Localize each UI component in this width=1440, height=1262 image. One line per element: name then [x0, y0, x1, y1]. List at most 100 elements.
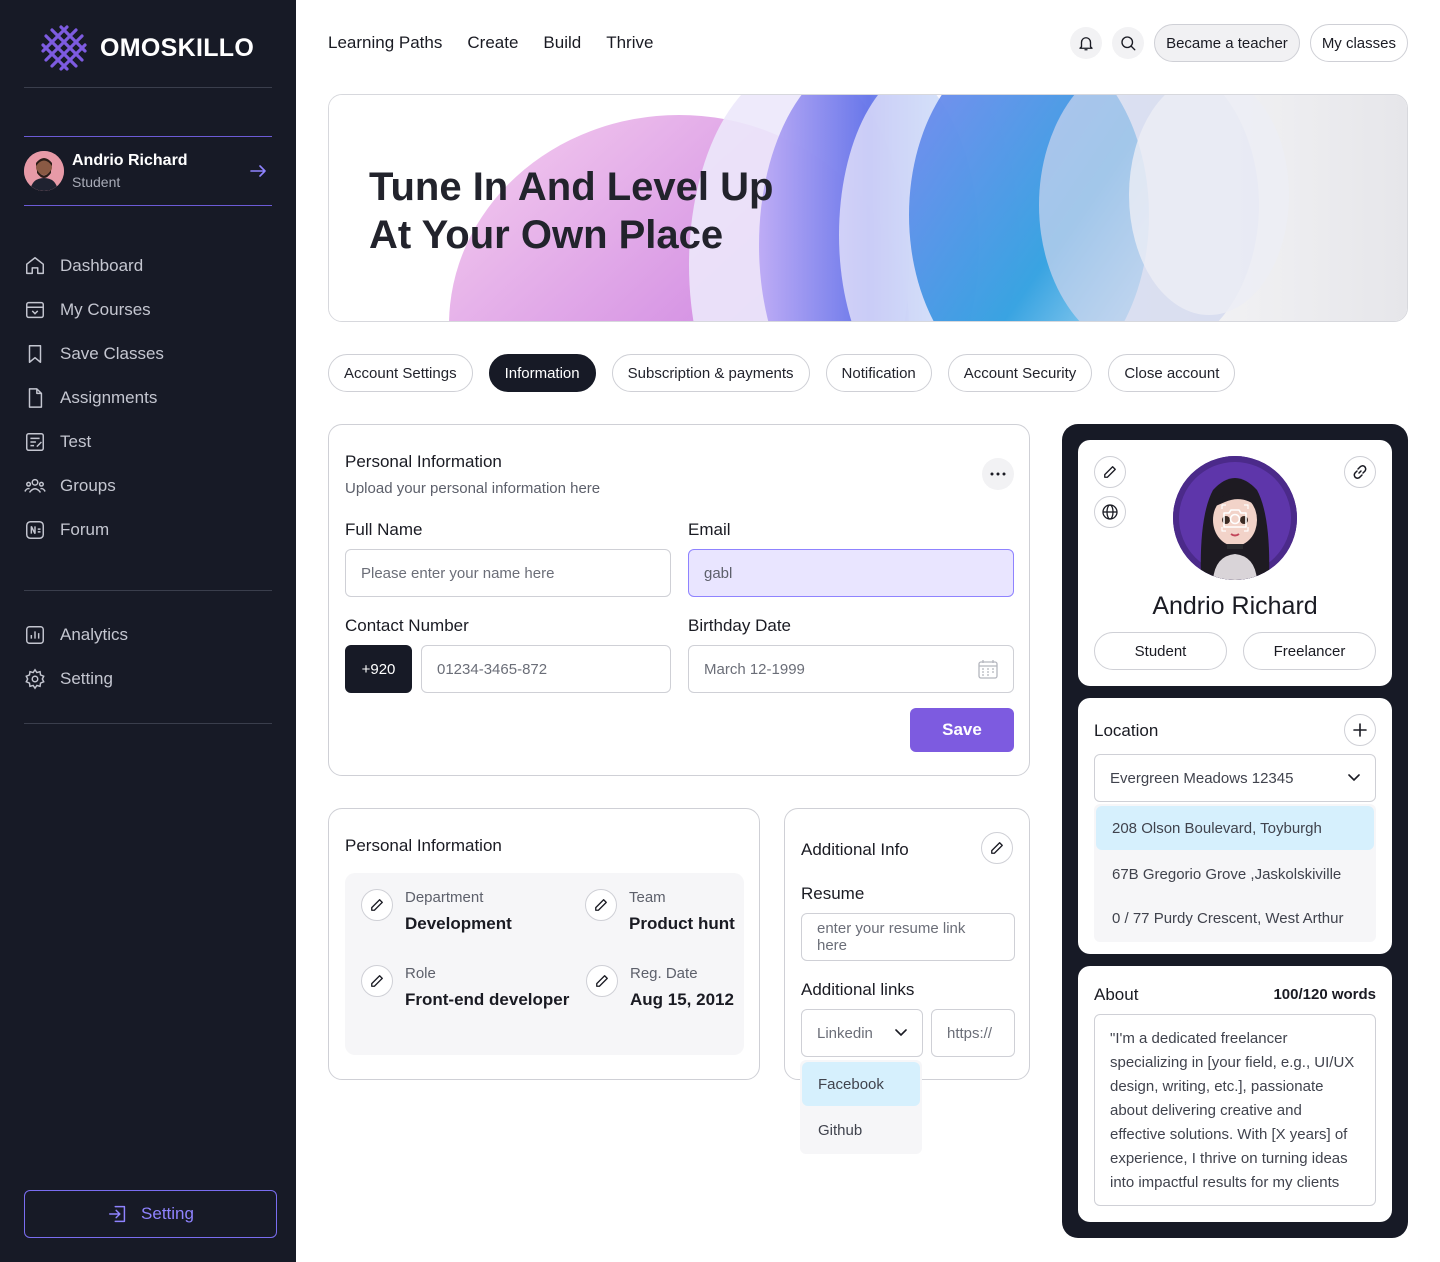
share-link-button[interactable] — [1344, 456, 1376, 488]
sidebar-item-groups[interactable]: Groups — [24, 464, 164, 508]
tab-information[interactable]: Information — [488, 354, 596, 392]
pencil-icon — [595, 899, 607, 911]
tab-subscription-payments[interactable]: Subscription & payments — [611, 354, 810, 392]
department-value: Development — [405, 914, 512, 933]
resume-label: Resume — [801, 884, 865, 903]
gear-icon — [25, 668, 45, 690]
logo-icon — [41, 25, 87, 71]
phone-input[interactable]: 01234-3465-872 — [421, 645, 671, 693]
pencil-icon — [371, 899, 383, 911]
sidebar-item-analytics[interactable]: Analytics — [24, 613, 128, 657]
tab-notification[interactable]: Notification — [825, 354, 932, 392]
reg-date-label: Reg. Date — [630, 965, 698, 982]
top-actions: Became a teacher My classes — [1070, 24, 1408, 62]
location-option[interactable]: 0 / 77 Purdy Crescent, West Arthur — [1096, 896, 1374, 940]
form-subtitle: Upload your personal information here — [345, 480, 601, 497]
sidebar-divider — [24, 87, 272, 88]
avatar — [24, 151, 64, 191]
role-pill-student[interactable]: Student — [1094, 632, 1227, 670]
pencil-icon — [1104, 466, 1116, 478]
calendar-icon[interactable] — [978, 659, 998, 679]
brand-logo[interactable]: OMOSKILLO — [40, 24, 254, 72]
edit-profile-button[interactable] — [1094, 456, 1126, 488]
full-name-input[interactable]: Please enter your name here — [345, 549, 671, 597]
brand-name: OMOSKILLO — [100, 33, 255, 62]
location-dropdown: 208 Olson Boulevard, Toyburgh 67B Gregor… — [1094, 804, 1376, 942]
sidebar-item-label: Analytics — [60, 625, 129, 644]
file-icon — [28, 388, 43, 408]
edit-additional-info-button[interactable] — [981, 832, 1013, 864]
country-code-select[interactable]: +920 — [345, 645, 412, 693]
save-button[interactable]: Save — [910, 708, 1014, 752]
user-card[interactable]: Andrio Richard Student — [24, 136, 272, 206]
about-textarea[interactable]: "I'm a dedicated freelancer specializing… — [1094, 1014, 1376, 1206]
sidebar-item-test[interactable]: Test — [24, 420, 164, 464]
sidebar-item-label: Save Classes — [60, 344, 164, 363]
location-option[interactable]: 208 Olson Boulevard, Toyburgh — [1096, 806, 1374, 850]
camera-icon[interactable] — [1221, 504, 1249, 532]
nav-link-learning-paths[interactable]: Learning Paths — [328, 33, 442, 53]
reg-date-item: Reg. Date Aug 15, 2012 — [586, 965, 734, 1010]
add-location-button[interactable] — [1344, 714, 1376, 746]
sidebar-item-my-courses[interactable]: My Courses — [24, 288, 164, 332]
hero-banner: Tune In And Level Up At Your Own Place — [328, 94, 1408, 322]
email-input[interactable]: gabl — [688, 549, 1014, 597]
birthday-value: March 12-1999 — [704, 660, 805, 678]
search-button[interactable] — [1112, 27, 1145, 59]
more-dots-icon — [990, 472, 1006, 476]
link-type-select[interactable]: Linkedin — [801, 1009, 923, 1057]
location-title: Location — [1094, 721, 1159, 740]
nav-link-create[interactable]: Create — [467, 33, 518, 53]
more-options-button[interactable] — [982, 458, 1014, 490]
pencil-icon — [991, 842, 1003, 854]
sidebar-item-setting[interactable]: Setting — [24, 657, 128, 701]
sidebar-item-forum[interactable]: Forum — [24, 508, 164, 552]
link-option-facebook[interactable]: Facebook — [802, 1062, 920, 1106]
arrow-right-icon[interactable] — [248, 161, 268, 181]
forum-icon — [26, 521, 44, 539]
sidebar-item-save-classes[interactable]: Save Classes — [24, 332, 164, 376]
about-title: About — [1094, 985, 1139, 1004]
tab-close-account[interactable]: Close account — [1108, 354, 1236, 392]
link-url-input[interactable]: https:// — [931, 1009, 1015, 1057]
location-select[interactable]: Evergreen Meadows 12345 — [1094, 754, 1376, 802]
notification-button[interactable] — [1070, 27, 1103, 59]
hero-line-2: At Your Own Place — [369, 213, 724, 257]
sidebar-nav: Dashboard My Courses Save Classes Assign… — [24, 244, 164, 552]
reg-date-value: Aug 15, 2012 — [630, 990, 734, 1009]
bottom-setting-button[interactable]: Setting — [24, 1190, 277, 1238]
link-type-value: Linkedin — [817, 1024, 873, 1042]
resume-input[interactable]: enter your resume link here — [801, 913, 1015, 961]
settings-tabs: Account Settings Information Subscriptio… — [328, 354, 1236, 392]
sidebar-item-label: Setting — [60, 669, 113, 688]
became-teacher-button[interactable]: Became a teacher — [1154, 24, 1300, 62]
sidebar-item-dashboard[interactable]: Dashboard — [24, 244, 164, 288]
login-icon — [109, 1205, 126, 1223]
role-pill-freelancer[interactable]: Freelancer — [1243, 632, 1376, 670]
user-role: Student — [72, 174, 121, 190]
my-classes-button[interactable]: My classes — [1309, 24, 1408, 62]
tab-account-security[interactable]: Account Security — [947, 354, 1093, 392]
contact-number-label: Contact Number — [345, 616, 469, 635]
nav-link-thrive[interactable]: Thrive — [606, 33, 653, 53]
website-button[interactable] — [1094, 496, 1126, 528]
search-icon — [1121, 36, 1136, 51]
edit-team-button[interactable] — [585, 889, 617, 921]
role-label: Role — [405, 965, 436, 982]
bookmark-icon — [28, 345, 42, 363]
profile-avatar[interactable] — [1173, 456, 1297, 580]
email-label: Email — [688, 520, 731, 539]
tab-account-settings[interactable]: Account Settings — [328, 354, 473, 392]
edit-department-button[interactable] — [361, 889, 393, 921]
edit-role-button[interactable] — [361, 965, 393, 997]
nav-link-build[interactable]: Build — [543, 33, 581, 53]
sidebar-item-assignments[interactable]: Assignments — [24, 376, 164, 420]
birthday-label: Birthday Date — [688, 616, 791, 635]
birthday-input[interactable]: March 12-1999 — [688, 645, 1014, 693]
location-option[interactable]: 67B Gregorio Grove ,Jaskolskiville — [1096, 852, 1374, 896]
about-word-count: 100/120 words — [1273, 986, 1376, 1003]
sidebar-item-label: Test — [60, 432, 92, 451]
link-option-github[interactable]: Github — [802, 1108, 920, 1152]
edit-reg-date-button[interactable] — [586, 965, 618, 997]
home-icon — [26, 257, 44, 275]
